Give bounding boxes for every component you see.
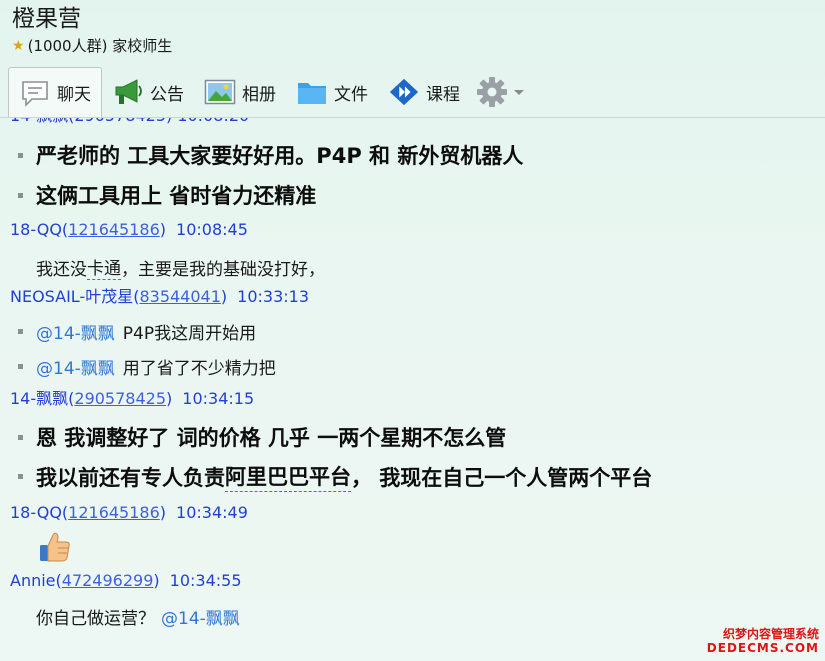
course-play-icon — [388, 76, 420, 108]
star-icon: ★ — [12, 38, 25, 54]
sender-qq-link[interactable]: 121645186 — [68, 503, 160, 522]
message-text: 我以前还有专人负责 — [36, 465, 225, 490]
mention-link[interactable]: @14-飘飘 — [161, 604, 240, 629]
message-text: ，主要是我的基础没打好， — [121, 259, 325, 280]
watermark-line2: DEDECMS.COM — [706, 641, 819, 655]
sender-name[interactable]: 18-QQ — [10, 220, 62, 239]
message-time: 10:34:55 — [169, 571, 242, 590]
watermark-line1: 织梦内容管理系统 — [722, 627, 819, 641]
bullet-icon — [18, 474, 23, 479]
tab-files-label: 文件 — [334, 84, 368, 105]
tab-files[interactable]: 文件 — [286, 67, 378, 117]
tab-chat-label: 聊天 — [57, 85, 91, 105]
mention-link[interactable]: @14-飘飘 — [36, 319, 115, 344]
tab-announcement-label: 公告 — [150, 84, 184, 105]
message-time: 10:34:49 — [176, 503, 248, 522]
chat-line: 我还没 卡通 ，主要是我的基础没打好， — [36, 254, 325, 280]
watermark-logo: 织梦内容管理系统 DEDECMS.COM — [707, 627, 819, 655]
message-text: 恩 我调整好了 词的价格 几乎 一两个星期不怎么管 — [36, 426, 507, 450]
message-header: 18-QQ(121645186) 10:08:45 — [10, 220, 248, 239]
message-time: 10:33:13 — [237, 287, 309, 306]
chat-line: 你自己做运营？ @14-飘飘 — [36, 604, 248, 629]
chevron-down-icon — [514, 89, 524, 95]
message-header: 18-QQ(121645186) 10:34:49 — [10, 503, 248, 522]
group-title: 橙果营 — [12, 6, 81, 32]
message-text: 用了省了不少精力把 — [122, 359, 276, 379]
group-header: 橙果营 ★ (1000人群) 家校师生 聊天 公告 相册 文件 课程 — [0, 0, 825, 120]
bullet-icon — [18, 152, 23, 158]
bullet-icon — [18, 329, 23, 334]
tab-chat[interactable]: 聊天 — [8, 66, 102, 118]
chat-line: @14-飘飘 用了省了不少精力把 — [18, 354, 276, 379]
tab-album-label: 相册 — [242, 84, 276, 105]
message-header: Annie(472496299) 10:34:55 — [10, 571, 242, 590]
tab-course[interactable]: 课程 — [378, 67, 470, 117]
chat-line: 严老师的 工具大家要好好用。P4P 和 新外贸机器人 — [18, 140, 523, 170]
gear-icon — [477, 77, 507, 107]
chat-line — [38, 530, 72, 564]
bullet-icon — [18, 192, 23, 198]
chat-line: @14-飘飘 P4P我这周开始用 — [18, 319, 256, 344]
chat-bubble-icon — [19, 77, 51, 109]
keyword-link[interactable]: 阿里巴巴平台 — [225, 461, 351, 492]
bullet-icon — [18, 434, 23, 440]
settings-menu-button[interactable] — [470, 67, 528, 117]
message-text: ， 我现在自己一个人管两个平台 — [351, 465, 653, 490]
chat-line: 恩 我调整好了 词的价格 几乎 一两个星期不怎么管 — [18, 422, 506, 452]
sender-qq-link[interactable]: 121645186 — [68, 220, 160, 239]
message-text: 这俩工具用上 省时省力还精准 — [36, 184, 317, 208]
photo-album-icon — [204, 76, 236, 108]
chat-line: 我以前还有专人负责 阿里巴巴平台， 我现在自己一个人管两个平台 — [18, 461, 652, 492]
sender-qq-link[interactable]: 83544041 — [139, 287, 220, 306]
message-time: 10:08:45 — [176, 220, 248, 239]
group-subtitle: ★ (1000人群) 家校师生 — [12, 36, 172, 56]
tab-album[interactable]: 相册 — [194, 67, 286, 117]
tab-announcement[interactable]: 公告 — [102, 67, 194, 117]
tab-course-label: 课程 — [426, 84, 460, 105]
sender-name[interactable]: 18-QQ — [10, 503, 62, 522]
keyword-link[interactable]: 卡通 — [87, 254, 121, 280]
message-header-partial: 14-飘飘(290578425) 10:08:20 — [10, 118, 249, 126]
sender-name[interactable]: NEOSAIL-叶茂星 — [10, 287, 133, 306]
group-tabs: 聊天 公告 相册 文件 课程 — [8, 66, 528, 118]
chat-line: 这俩工具用上 省时省力还精准 — [18, 180, 316, 210]
message-text: 我还没 — [36, 259, 87, 280]
message-text: P4P我这周开始用 — [122, 324, 257, 344]
message-header: NEOSAIL-叶茂星(83544041) 10:33:13 — [10, 287, 309, 306]
folder-icon — [296, 76, 328, 108]
message-text: 你自己做运营？ — [36, 609, 155, 629]
sender-name[interactable]: 14-飘飘 — [10, 389, 68, 408]
megaphone-icon — [112, 76, 144, 108]
thumbs-up-icon — [40, 532, 70, 562]
chat-message-list[interactable]: 14-飘飘(290578425) 10:08:20 严老师的 工具大家要好好用。… — [0, 118, 825, 661]
message-header: 14-飘飘(290578425) 10:34:15 — [10, 389, 255, 408]
sender-name[interactable]: Annie — [10, 571, 56, 590]
bullet-icon — [18, 364, 23, 369]
group-member-info: (1000人群) 家校师生 — [27, 37, 173, 55]
sender-qq-link[interactable]: 290578425 — [74, 389, 166, 408]
mention-link[interactable]: @14-飘飘 — [36, 354, 115, 379]
message-text: 严老师的 工具大家要好好用。P4P 和 新外贸机器人 — [36, 144, 524, 168]
sender-qq-link[interactable]: 472496299 — [62, 571, 154, 590]
message-time: 10:34:15 — [182, 389, 255, 408]
